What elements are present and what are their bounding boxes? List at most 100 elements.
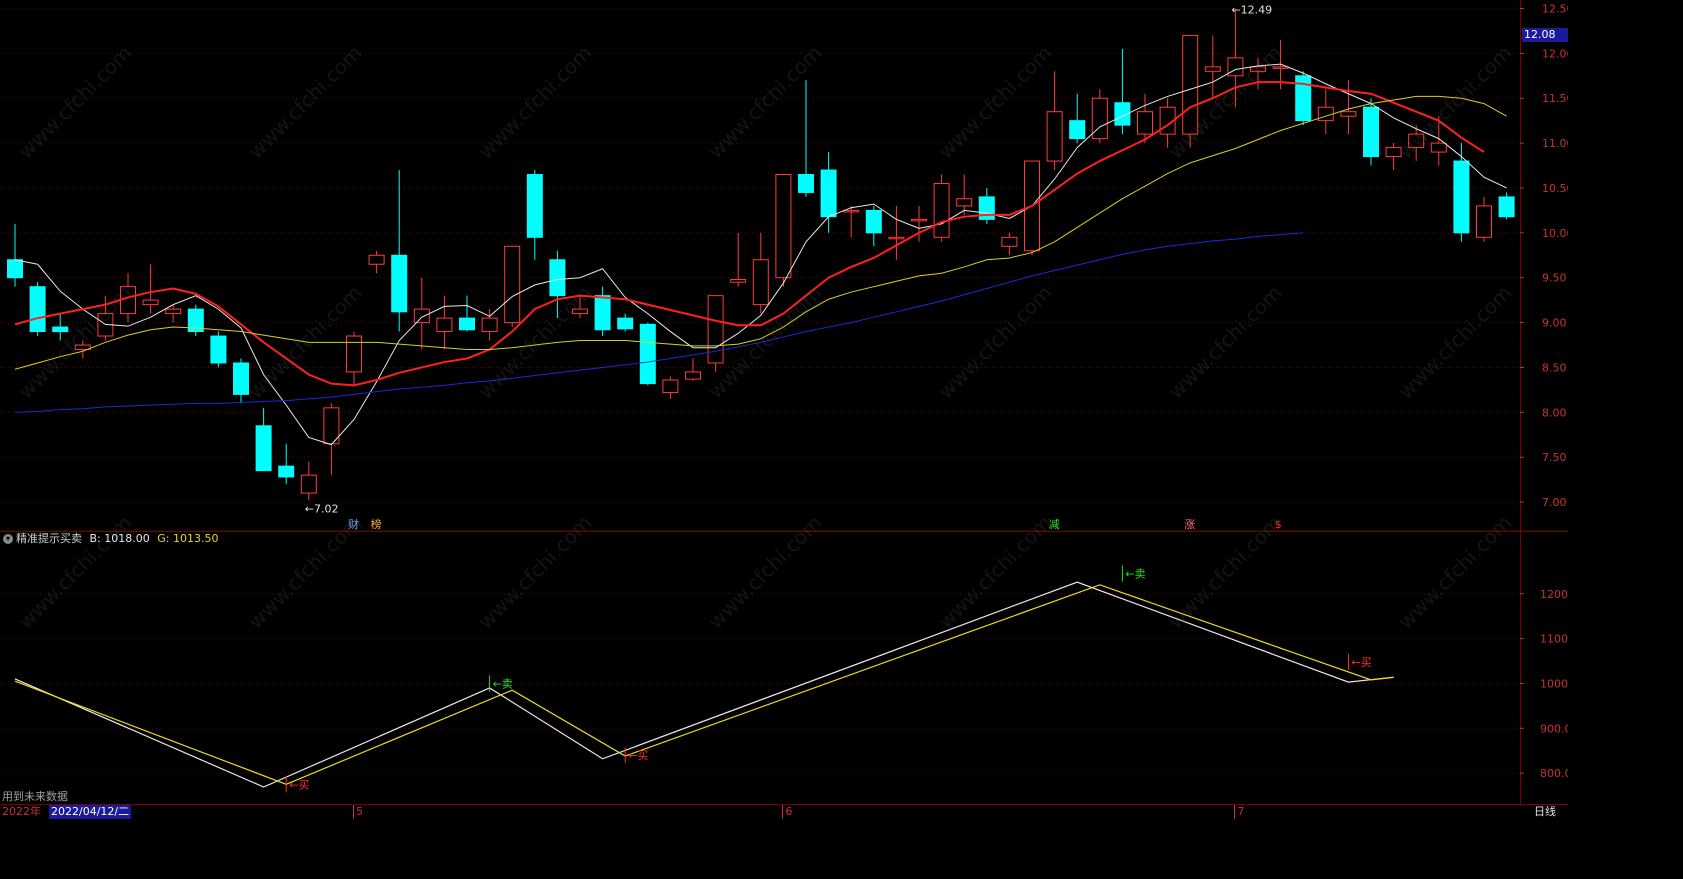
candle[interactable] bbox=[255, 407, 272, 472]
buy-signal[interactable]: ←买 bbox=[285, 776, 309, 793]
indicator-g-value: G: 1013.50 bbox=[157, 532, 219, 545]
candle[interactable] bbox=[7, 223, 23, 287]
event-marker[interactable]: 榜 bbox=[371, 517, 382, 531]
candle-body bbox=[29, 286, 46, 333]
signal-label: ←卖 bbox=[1125, 568, 1145, 581]
candle-body bbox=[1204, 66, 1221, 72]
period-label[interactable]: 日线 bbox=[1534, 805, 1556, 819]
cursor-date-label[interactable]: 2022/04/12/二 bbox=[49, 805, 132, 819]
candle[interactable] bbox=[1317, 89, 1334, 135]
candle-body bbox=[526, 174, 543, 238]
candle[interactable] bbox=[459, 295, 475, 332]
candle[interactable] bbox=[1046, 71, 1063, 171]
candle-body bbox=[911, 218, 927, 222]
price-tick-label: 9.00 bbox=[1542, 317, 1567, 330]
candle-body bbox=[888, 236, 905, 240]
candle[interactable] bbox=[594, 286, 611, 337]
candle-body bbox=[210, 335, 227, 364]
candle-body bbox=[1091, 97, 1108, 140]
candle[interactable] bbox=[1204, 35, 1221, 99]
candle-body bbox=[278, 465, 295, 478]
sell-signal[interactable]: ←卖 bbox=[489, 675, 513, 692]
year-label: 2022年 bbox=[2, 805, 41, 818]
candle-body bbox=[865, 209, 882, 234]
candle[interactable] bbox=[300, 461, 317, 501]
signal-label: ←买 bbox=[628, 749, 648, 762]
candle-body bbox=[368, 254, 385, 265]
price-tick-label: 12.50 bbox=[1542, 2, 1568, 15]
candle[interactable] bbox=[775, 174, 792, 287]
candle[interactable] bbox=[504, 245, 521, 328]
chevron-down-icon[interactable]: ▾ bbox=[3, 534, 13, 544]
candle[interactable] bbox=[1069, 93, 1086, 144]
candle-body bbox=[1453, 160, 1470, 234]
candle[interactable] bbox=[1476, 196, 1492, 242]
candle[interactable] bbox=[662, 376, 679, 399]
candle-body bbox=[843, 209, 860, 213]
candle[interactable] bbox=[685, 358, 701, 381]
candle[interactable] bbox=[617, 313, 634, 332]
sell-signal[interactable]: ←卖 bbox=[1121, 565, 1146, 582]
candle[interactable] bbox=[391, 170, 408, 332]
candle[interactable] bbox=[707, 295, 724, 372]
candle[interactable] bbox=[368, 250, 385, 274]
candle[interactable] bbox=[730, 232, 747, 287]
candle-body bbox=[1001, 236, 1018, 247]
future-data-note: 用到未来数据 bbox=[2, 790, 68, 803]
candle[interactable] bbox=[1091, 89, 1108, 144]
candle[interactable] bbox=[978, 187, 995, 224]
candle[interactable] bbox=[956, 174, 973, 215]
indicator-b-value: B: 1018.00 bbox=[89, 532, 150, 545]
candle-body bbox=[52, 326, 69, 333]
candle[interactable] bbox=[187, 304, 204, 337]
candle-body bbox=[617, 317, 634, 330]
candle[interactable] bbox=[1001, 232, 1018, 256]
indicator-header[interactable]: ▾ 精准提示买卖 B: 1018.00 G: 1013.50 bbox=[0, 532, 218, 546]
buy-signal[interactable]: ←买 bbox=[624, 747, 648, 764]
month-tick-label: 6 bbox=[782, 805, 792, 819]
candle[interactable] bbox=[865, 205, 882, 247]
candle-body bbox=[1340, 111, 1357, 117]
buy-signal[interactable]: ←买 bbox=[1347, 653, 1372, 670]
candle[interactable] bbox=[346, 331, 362, 386]
price-tick-label: 9.50 bbox=[1542, 272, 1567, 285]
candle[interactable] bbox=[798, 80, 814, 197]
candle[interactable] bbox=[1363, 98, 1379, 166]
candle-body bbox=[7, 259, 23, 279]
candle[interactable] bbox=[752, 232, 769, 314]
candle[interactable] bbox=[933, 174, 950, 242]
candle[interactable] bbox=[888, 205, 905, 260]
price-tick-label: 10.50 bbox=[1542, 182, 1568, 195]
price-tick-label: 11.00 bbox=[1542, 137, 1568, 150]
candle[interactable] bbox=[413, 277, 430, 350]
candle[interactable] bbox=[1453, 143, 1470, 242]
candle-body bbox=[1046, 111, 1063, 162]
candle-body bbox=[662, 379, 679, 394]
candle[interactable] bbox=[210, 331, 227, 368]
candle[interactable] bbox=[526, 170, 543, 260]
indicator-tick-label: 1200 bbox=[1540, 588, 1568, 601]
candle[interactable] bbox=[639, 322, 656, 386]
candle[interactable] bbox=[1498, 192, 1515, 220]
candle-body bbox=[436, 317, 453, 333]
candle-body bbox=[549, 259, 566, 297]
event-marker[interactable]: 涨 bbox=[1184, 518, 1195, 531]
candle[interactable] bbox=[233, 358, 249, 404]
candle[interactable] bbox=[142, 264, 159, 314]
price-tick-label: 8.00 bbox=[1542, 406, 1567, 419]
candle[interactable] bbox=[1114, 48, 1131, 135]
candle-body bbox=[142, 299, 159, 306]
candle[interactable] bbox=[29, 282, 46, 337]
indicator-tick-label: 1100 bbox=[1540, 633, 1568, 646]
candle[interactable] bbox=[278, 443, 295, 485]
indicator-tick-label: 800.0 bbox=[1540, 767, 1568, 780]
candle[interactable] bbox=[436, 295, 453, 350]
candle-body bbox=[707, 295, 724, 364]
candle[interactable] bbox=[1340, 80, 1357, 135]
candle[interactable] bbox=[820, 152, 837, 233]
candle-body bbox=[346, 335, 362, 373]
indicator-chart[interactable]: 1200 1100 1000 900.0 800.0 ←买 ←卖 ←买 ←卖 ←买 bbox=[0, 532, 1568, 805]
candle-body bbox=[481, 317, 498, 333]
candle-body bbox=[730, 278, 747, 283]
candle[interactable] bbox=[1295, 71, 1312, 126]
